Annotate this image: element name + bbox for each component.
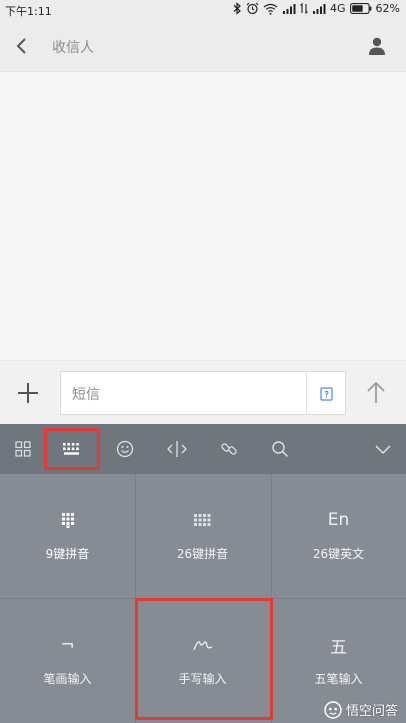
layout-26key-pinyin[interactable]: 26键拼音 bbox=[135, 474, 270, 598]
status-icons: 4G 62% bbox=[233, 2, 400, 15]
sim-select-button[interactable] bbox=[319, 386, 335, 402]
data-icon bbox=[300, 3, 308, 14]
keyboard-icon bbox=[63, 443, 79, 455]
alarm-icon bbox=[246, 2, 259, 15]
stroke-symbol: ¬ bbox=[60, 635, 75, 655]
send-button[interactable] bbox=[362, 379, 390, 407]
wifi-icon bbox=[263, 3, 278, 15]
layout-26key-english[interactable]: En 26键英文 bbox=[271, 474, 406, 598]
layout-stroke-input[interactable]: ¬ 笔画输入 bbox=[0, 599, 135, 723]
watermark-text: 悟空问答 bbox=[345, 704, 398, 719]
cursor-icon bbox=[167, 441, 187, 457]
sms-compose-screen: 下午1:11 4G 62% 收信人 短信 9键拼音 26键拼音 En 26键英文… bbox=[0, 0, 406, 723]
toolbar-emoji-button[interactable] bbox=[110, 434, 140, 464]
status-bar: 下午1:11 4G 62% bbox=[0, 0, 406, 20]
link-icon bbox=[221, 443, 237, 455]
search-icon bbox=[272, 441, 289, 458]
chevron-down-icon bbox=[375, 445, 391, 455]
status-time: 下午1:11 bbox=[5, 5, 52, 18]
compose-bar: 短信 bbox=[0, 360, 406, 424]
layout-label: 手写输入 bbox=[178, 672, 227, 686]
toolbar-keyboard-button[interactable] bbox=[57, 434, 87, 464]
arrow-up-icon bbox=[367, 381, 385, 403]
network-type: 4G bbox=[330, 2, 346, 15]
full-keyboard-icon bbox=[193, 514, 210, 526]
toolbar-link-button[interactable] bbox=[214, 434, 244, 464]
layout-label: 9键拼音 bbox=[45, 547, 90, 561]
message-area bbox=[0, 72, 406, 360]
wukong-logo-icon bbox=[324, 700, 342, 719]
signal-icon bbox=[283, 4, 296, 14]
signal-icon bbox=[313, 4, 326, 14]
emoji-icon bbox=[116, 440, 134, 458]
chevron-left-icon bbox=[16, 38, 26, 54]
english-symbol: En bbox=[327, 510, 350, 530]
toolbar-cursor-button[interactable] bbox=[162, 434, 192, 464]
input-divider bbox=[306, 372, 307, 414]
attachment-button[interactable] bbox=[14, 379, 42, 407]
layout-label: 五笔输入 bbox=[314, 672, 363, 686]
message-input[interactable]: 短信 bbox=[60, 371, 346, 415]
toolbar-collapse-button[interactable] bbox=[368, 434, 398, 464]
grid-divider bbox=[0, 598, 406, 599]
battery-percent: 62% bbox=[375, 2, 400, 15]
handwriting-icon bbox=[192, 641, 212, 651]
back-button[interactable] bbox=[10, 34, 34, 58]
layout-label: 26键拼音 bbox=[176, 547, 229, 561]
recipient-field-label[interactable]: 收信人 bbox=[52, 37, 94, 57]
keyboard-toolbar bbox=[0, 424, 406, 474]
layout-9key-pinyin[interactable]: 9键拼音 bbox=[0, 474, 135, 598]
toolbar-grid-button[interactable] bbox=[8, 434, 38, 464]
keyboard-layout-panel: 9键拼音 26键拼音 En 26键英文 ¬ 笔画输入 手写输入 五 五笔输入 bbox=[0, 474, 406, 723]
add-contact-button[interactable] bbox=[366, 35, 388, 57]
wubi-symbol: 五 bbox=[330, 637, 347, 658]
watermark: 悟空问答 bbox=[324, 700, 398, 719]
nine-key-icon bbox=[61, 513, 74, 528]
battery-icon bbox=[349, 3, 371, 14]
grid-icon bbox=[15, 441, 31, 457]
message-input-placeholder: 短信 bbox=[72, 387, 100, 403]
layout-handwriting-input[interactable]: 手写输入 bbox=[135, 599, 270, 723]
toolbar-search-button[interactable] bbox=[265, 434, 295, 464]
person-icon bbox=[369, 37, 385, 55]
bluetooth-icon bbox=[233, 2, 241, 15]
app-header: 收信人 bbox=[0, 20, 406, 72]
layout-label: 26键英文 bbox=[312, 547, 365, 561]
layout-label: 笔画输入 bbox=[43, 672, 92, 686]
sim-card-icon bbox=[320, 387, 333, 401]
plus-icon bbox=[18, 383, 38, 403]
